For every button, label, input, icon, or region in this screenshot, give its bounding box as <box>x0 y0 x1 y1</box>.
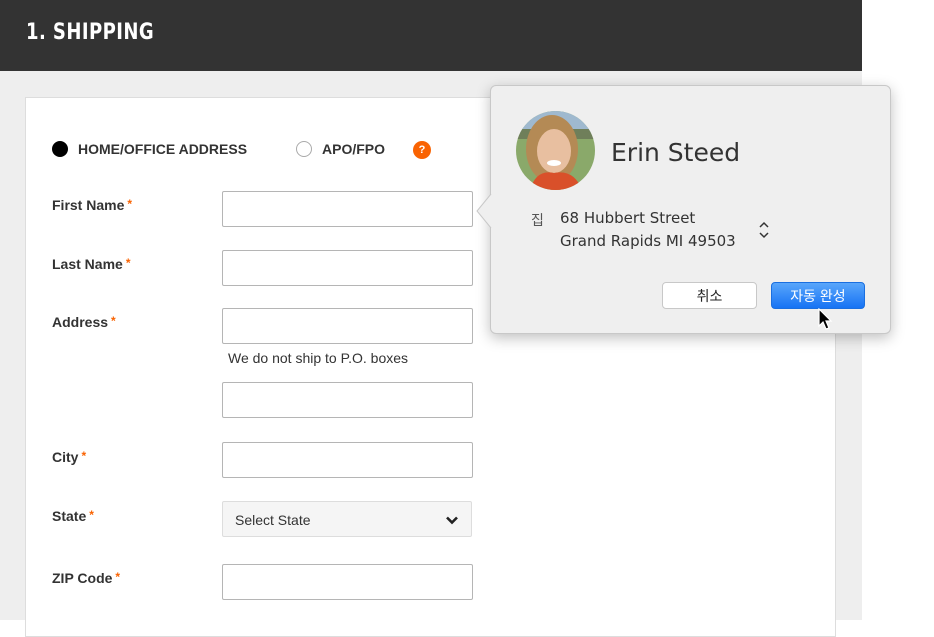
address-line1: 68 Hubbert Street <box>560 209 695 227</box>
label-text: First Name <box>52 197 124 213</box>
first-name-input[interactable] <box>222 191 473 227</box>
section-title: 1. SHIPPING <box>26 20 154 45</box>
radio-label: HOME/OFFICE ADDRESS <box>78 141 247 157</box>
contact-name: Erin Steed <box>611 138 740 167</box>
autofill-button[interactable]: 자동 완성 <box>771 282 865 309</box>
label-text: State <box>52 508 86 524</box>
required-marker: * <box>89 508 94 522</box>
city-label: City* <box>52 449 86 465</box>
radio-unchecked-icon <box>296 141 312 157</box>
chevron-down-icon <box>445 513 459 527</box>
address-line2-input[interactable] <box>222 382 473 418</box>
required-marker: * <box>115 570 120 584</box>
required-marker: * <box>127 197 132 211</box>
autofill-popover: Erin Steed 집 68 Hubbert Street Grand Rap… <box>490 85 891 334</box>
zip-label: ZIP Code* <box>52 570 120 586</box>
address-label: Address* <box>52 314 116 330</box>
state-label: State* <box>52 508 94 524</box>
address-line2: Grand Rapids MI 49503 <box>560 232 736 250</box>
mouse-cursor-icon <box>818 308 834 332</box>
address-hint: We do not ship to P.O. boxes <box>228 350 408 366</box>
label-text: City <box>52 449 78 465</box>
section-header: 1. SHIPPING <box>0 0 862 71</box>
avatar-photo <box>516 111 595 190</box>
cancel-button[interactable]: 취소 <box>662 282 757 309</box>
state-select-value: Select State <box>235 512 311 528</box>
last-name-label: Last Name* <box>52 256 130 272</box>
radio-apo-fpo[interactable]: APO/FPO <box>296 139 385 159</box>
label-text: ZIP Code <box>52 570 112 586</box>
label-text: Last Name <box>52 256 123 272</box>
address-line1-input[interactable] <box>222 308 473 344</box>
help-icon[interactable]: ? <box>413 141 431 159</box>
radio-checked-icon <box>52 141 68 157</box>
address-type-label: 집 <box>531 210 544 230</box>
required-marker: * <box>81 449 86 463</box>
state-select[interactable]: Select State <box>222 501 472 537</box>
zip-input[interactable] <box>222 564 473 600</box>
city-input[interactable] <box>222 442 473 478</box>
label-text: Address <box>52 314 108 330</box>
radio-label: APO/FPO <box>322 141 385 157</box>
required-marker: * <box>111 314 116 328</box>
first-name-label: First Name* <box>52 197 132 213</box>
radio-home-office[interactable]: HOME/OFFICE ADDRESS <box>52 139 247 159</box>
avatar <box>516 111 595 190</box>
address-stepper-icon[interactable] <box>758 220 770 240</box>
last-name-input[interactable] <box>222 250 473 286</box>
required-marker: * <box>126 256 131 270</box>
